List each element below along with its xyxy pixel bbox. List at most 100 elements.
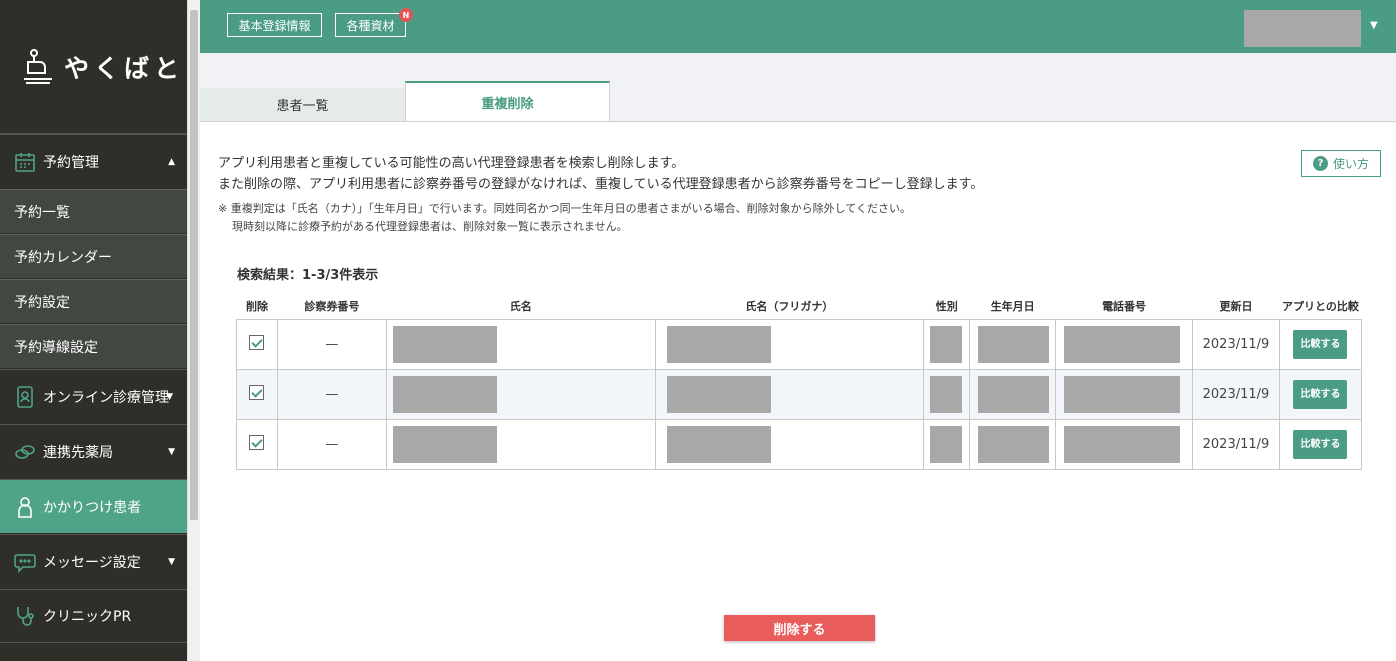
- sidebar-item-reservation-list[interactable]: 予約一覧: [0, 189, 187, 233]
- delete-button[interactable]: 削除する: [724, 615, 875, 641]
- sidebar-item-reservation-calendar[interactable]: 予約カレンダー: [0, 234, 187, 278]
- table-row: — 2023/11/9 比較する: [236, 318, 1363, 370]
- redacted-block: [978, 425, 1050, 463]
- sidebar-scrollbar[interactable]: [187, 0, 200, 661]
- person-icon: [14, 496, 36, 518]
- top-header: 基本登録情報 各種資材 N ▼: [200, 0, 1396, 53]
- result-count: 検索結果：1-3/3件表示: [237, 268, 379, 283]
- column-header-gender: 性別: [935, 300, 958, 314]
- card-number-cell: —: [276, 368, 387, 420]
- app-logo[interactable]: やくばと: [0, 0, 187, 134]
- column-header-birthdate: 生年月日: [990, 300, 1035, 314]
- scrollbar-thumb[interactable]: [190, 10, 198, 520]
- redacted-block: [930, 325, 963, 363]
- sidebar-item-online[interactable]: オンライン診療管理 ▼: [0, 369, 187, 423]
- sidebar-item-messages[interactable]: メッセージ設定 ▼: [0, 534, 187, 588]
- birthdate-cell: [969, 418, 1057, 470]
- name-cell: [385, 318, 656, 370]
- redacted-block: [1064, 375, 1181, 413]
- column-header-compare: アプリとの比較: [1282, 300, 1359, 314]
- redacted-block: [392, 425, 497, 463]
- birthdate-cell: [969, 368, 1057, 420]
- card-number-cell: —: [276, 418, 387, 470]
- redacted-block: [666, 375, 771, 413]
- new-badge: N: [399, 8, 413, 22]
- sidebar-item-label: メッセージ設定: [43, 554, 141, 571]
- column-header-name: 氏名: [509, 300, 532, 314]
- compare-button[interactable]: 比較する: [1293, 429, 1348, 459]
- chat-icon: [14, 551, 36, 573]
- materials-button[interactable]: 各種資材 N: [335, 8, 413, 37]
- note-line-1: ※ 重複判定は「氏名（カナ）」「生年月日」で行います。同姓同名かつ同一生年月日の…: [218, 202, 911, 215]
- compare-button[interactable]: 比較する: [1293, 379, 1348, 409]
- phone-cell: [1055, 318, 1193, 370]
- gender-cell: [923, 418, 971, 470]
- kana-cell: [654, 318, 925, 370]
- sidebar-item-label: 予約導線設定: [14, 339, 98, 356]
- phone-cell: [1055, 418, 1193, 470]
- name-cell: [385, 418, 656, 470]
- tab-patient-list[interactable]: 患者一覧: [200, 88, 405, 122]
- tablet-icon: [14, 385, 36, 408]
- table-row: — 2023/11/9 比較する: [236, 368, 1363, 420]
- column-header-delete: 削除: [245, 300, 268, 314]
- sidebar: やくばと 予約管理 ▲ 予約一覧 予約カレンダー 予約設定 予約導線設定 オンラ…: [0, 0, 187, 661]
- redacted-block: [666, 325, 771, 363]
- tab-duplicate-delete[interactable]: 重複削除: [405, 81, 610, 122]
- materials-label: 各種資材: [346, 18, 395, 33]
- kana-cell: [654, 418, 925, 470]
- sidebar-item-reservation-settings[interactable]: 予約設定: [0, 279, 187, 323]
- sidebar-item-reservation[interactable]: 予約管理 ▲: [0, 134, 187, 188]
- help-button[interactable]: ? 使い方: [1301, 150, 1381, 177]
- column-header-updated: 更新日: [1219, 300, 1253, 314]
- calendar-icon: [14, 151, 36, 173]
- main-panel: アプリ利用患者と重複している可能性の高い代理登録患者を検索し削除します。 また削…: [200, 121, 1396, 661]
- description-line-2: また削除の際、アプリ利用患者に診察券番号の登録がなければ、重複している代理登録患…: [218, 177, 984, 192]
- compare-button[interactable]: 比較する: [1293, 329, 1348, 359]
- table-header-row: 削除 診察券番号 氏名 氏名（フリガナ） 性別 生年月日 電話番号 更新日 アプ…: [237, 294, 1362, 319]
- sidebar-item-clinic-pr[interactable]: クリニックPR: [0, 589, 187, 643]
- redacted-block: [392, 375, 497, 413]
- name-cell: [385, 368, 656, 420]
- sidebar-item-label: 予約一覧: [14, 204, 70, 221]
- redacted-block: [978, 325, 1050, 363]
- updated-cell: 2023/11/9: [1192, 318, 1280, 370]
- delete-checkbox[interactable]: [249, 384, 265, 400]
- delete-checkbox[interactable]: [249, 434, 265, 450]
- sidebar-item-label: クリニックPR: [43, 609, 132, 625]
- updated-cell: 2023/11/9: [1192, 368, 1280, 420]
- kana-cell: [654, 368, 925, 420]
- sidebar-item-reservation-flow[interactable]: 予約導線設定: [0, 324, 187, 368]
- note-line-2: 現時刻以降に診療予約がある代理登録患者は、削除対象一覧に表示されません。: [232, 220, 628, 233]
- caret-down-icon: ▼: [168, 556, 175, 567]
- redacted-block: [1064, 425, 1181, 463]
- redacted-block: [392, 325, 497, 363]
- gender-cell: [923, 318, 971, 370]
- phone-cell: [1055, 368, 1193, 420]
- caret-down-icon: ▼: [168, 446, 175, 457]
- duplicate-table: 削除 診察券番号 氏名 氏名（フリガナ） 性別 生年月日 電話番号 更新日 アプ…: [236, 294, 1363, 470]
- redacted-block: [978, 375, 1050, 413]
- logo-icon: [24, 48, 52, 84]
- description-line-1: アプリ利用患者と重複している可能性の高い代理登録患者を検索し削除します。: [218, 156, 685, 171]
- sidebar-item-pharmacy[interactable]: 連携先薬局 ▼: [0, 424, 187, 478]
- question-icon: ?: [1312, 156, 1328, 171]
- caret-down-icon[interactable]: ▼: [1370, 20, 1378, 31]
- user-account-dropdown[interactable]: [1244, 10, 1361, 47]
- redacted-block: [666, 425, 771, 463]
- sidebar-item-label: 予約カレンダー: [14, 249, 112, 266]
- delete-checkbox[interactable]: [249, 334, 265, 350]
- sidebar-item-label: かかりつけ患者: [43, 499, 142, 516]
- sidebar-item-label: オンライン診療管理: [43, 389, 169, 406]
- updated-cell: 2023/11/9: [1192, 418, 1280, 470]
- birthdate-cell: [969, 318, 1057, 370]
- column-header-kana: 氏名（フリガナ）: [745, 300, 834, 314]
- sidebar-item-label: 予約管理: [43, 154, 99, 171]
- logo-text: やくばと: [64, 53, 185, 83]
- sidebar-item-patients[interactable]: かかりつけ患者: [0, 479, 187, 533]
- gender-cell: [923, 368, 971, 420]
- basic-info-button[interactable]: 基本登録情報: [227, 13, 322, 37]
- redacted-block: [930, 425, 963, 463]
- redacted-block: [930, 375, 963, 413]
- column-header-card-number: 診察券番号: [304, 300, 360, 314]
